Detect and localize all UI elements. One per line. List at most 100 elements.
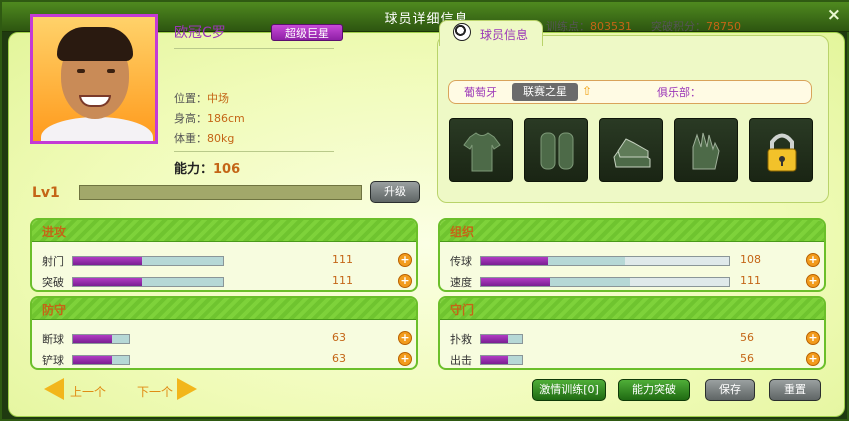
stat-bar (72, 355, 130, 365)
stat-bar (72, 334, 130, 344)
training-value: 803531 (590, 20, 632, 33)
divider (174, 48, 334, 49)
reset-button[interactable]: 重置 (769, 379, 821, 401)
stat-value: 108 (740, 253, 761, 266)
add-point-icon[interactable]: + (398, 331, 412, 345)
stat-bar-fill (73, 335, 112, 343)
stat-value: 56 (740, 352, 754, 365)
lock-icon (767, 133, 797, 172)
stat-label: 突破 (42, 276, 64, 289)
stat-bar-fill (73, 356, 112, 364)
breakthrough-label: 突破积分： (651, 20, 706, 33)
stat-value: 111 (332, 253, 353, 266)
experience-bar (79, 185, 362, 200)
section-header (32, 220, 416, 242)
stat-value: 111 (740, 274, 761, 287)
stat-label: 传球 (450, 255, 472, 268)
stat-value: 63 (332, 331, 346, 344)
save-button[interactable]: 保存 (705, 379, 755, 401)
level-label: Lv1 (32, 185, 60, 201)
section-header (440, 298, 824, 320)
section-attack: 进攻 射门 111 + 突破 111 + (30, 218, 418, 292)
stat-value: 56 (740, 331, 754, 344)
player-detail-window: 球员详细信息 × 欧冠C罗 超级巨星 位置：中场 身高：186cm 体重：80k… (0, 0, 849, 421)
close-icon[interactable]: × (827, 5, 841, 25)
add-point-icon[interactable]: + (398, 274, 412, 288)
training-label: 训练点： (546, 20, 590, 33)
prev-player-link[interactable]: 上一个 (70, 383, 106, 400)
equipment-slot-gloves[interactable] (674, 118, 738, 182)
add-point-icon[interactable]: + (806, 331, 820, 345)
training-points: 训练点：803531 (546, 18, 632, 34)
stat-label: 铲球 (42, 354, 64, 367)
power-label: 能力： (174, 162, 214, 177)
football-icon (453, 23, 471, 41)
stat-value: 111 (332, 274, 353, 287)
section-defense: 防守 断球 63 + 铲球 63 + (30, 296, 418, 370)
ability-breakthrough-button[interactable]: 能力突破 (618, 379, 690, 401)
stat-label: 扑救 (450, 333, 472, 346)
stat-label: 断球 (42, 333, 64, 346)
passion-training-button[interactable]: 激情训练[0] (532, 379, 606, 401)
stat-bar-fill (481, 356, 508, 364)
height-row: 身高：186cm (174, 110, 245, 126)
add-point-icon[interactable]: + (806, 274, 820, 288)
stat-bar-fill (481, 257, 548, 265)
weight-row: 体重：80kg (174, 130, 234, 146)
equipment-slot-boots[interactable] (599, 118, 663, 182)
up-arrow-icon: ⇧ (582, 84, 593, 98)
power-value: 106 (213, 162, 241, 177)
stat-bar (480, 355, 523, 365)
next-player-link[interactable]: 下一个 (137, 383, 173, 400)
section-header (32, 298, 416, 320)
section-goalkeeping: 守门 扑救 56 + 出击 56 + (438, 296, 826, 370)
add-point-icon[interactable]: + (398, 352, 412, 366)
portrait-eye (77, 69, 85, 73)
breakthrough-points: 突破积分：78750 (651, 18, 741, 34)
stat-label: 速度 (450, 276, 472, 289)
section-organize: 组织 传球 108 + 速度 111 + (438, 218, 826, 292)
position-row: 位置：中场 (174, 90, 229, 106)
stat-bar-fill (481, 335, 508, 343)
stat-label: 射门 (42, 255, 64, 268)
stat-label: 出击 (450, 354, 472, 367)
player-portrait (30, 14, 158, 144)
height-label: 身高： (174, 112, 207, 125)
nationality-box (448, 80, 812, 104)
position-value: 中场 (207, 92, 229, 105)
arrow-left-icon[interactable] (44, 378, 64, 400)
stat-bar (72, 277, 224, 287)
power-row: 能力：106 (174, 158, 240, 177)
arrow-right-icon[interactable] (177, 378, 197, 400)
equipment-slot-shin-guard[interactable] (524, 118, 588, 182)
club-label: 俱乐部： (657, 86, 701, 99)
stat-bar-fill (73, 257, 142, 265)
stat-bar (480, 334, 523, 344)
add-point-icon[interactable]: + (806, 253, 820, 267)
country-label: 葡萄牙 (464, 86, 497, 99)
equipment-slot-locked[interactable] (749, 118, 813, 182)
section-title: 进攻 (42, 225, 67, 239)
weight-label: 体重： (174, 132, 207, 145)
stat-value: 63 (332, 352, 346, 365)
gloves-icon (692, 132, 720, 170)
equipment-slot-jersey[interactable] (449, 118, 513, 182)
tab-player-info-label: 球员信息 (480, 28, 529, 42)
divider (174, 151, 334, 152)
rarity-badge: 超级巨星 (271, 24, 343, 41)
stat-bar (480, 256, 730, 266)
breakthrough-value: 78750 (706, 20, 741, 33)
upgrade-button[interactable]: 升级 (370, 181, 420, 203)
add-point-icon[interactable]: + (806, 352, 820, 366)
section-title: 组织 (450, 225, 475, 239)
player-name: 欧冠C罗 (174, 25, 226, 41)
add-point-icon[interactable]: + (398, 253, 412, 267)
league-badge: 联赛之星 (512, 83, 578, 101)
position-label: 位置： (174, 92, 207, 105)
portrait-hair (57, 27, 133, 61)
stat-bar (480, 277, 730, 287)
section-title: 守门 (450, 303, 475, 317)
weight-value: 80kg (207, 132, 235, 145)
jersey-icon (463, 132, 501, 172)
portrait-shirt (41, 117, 153, 141)
